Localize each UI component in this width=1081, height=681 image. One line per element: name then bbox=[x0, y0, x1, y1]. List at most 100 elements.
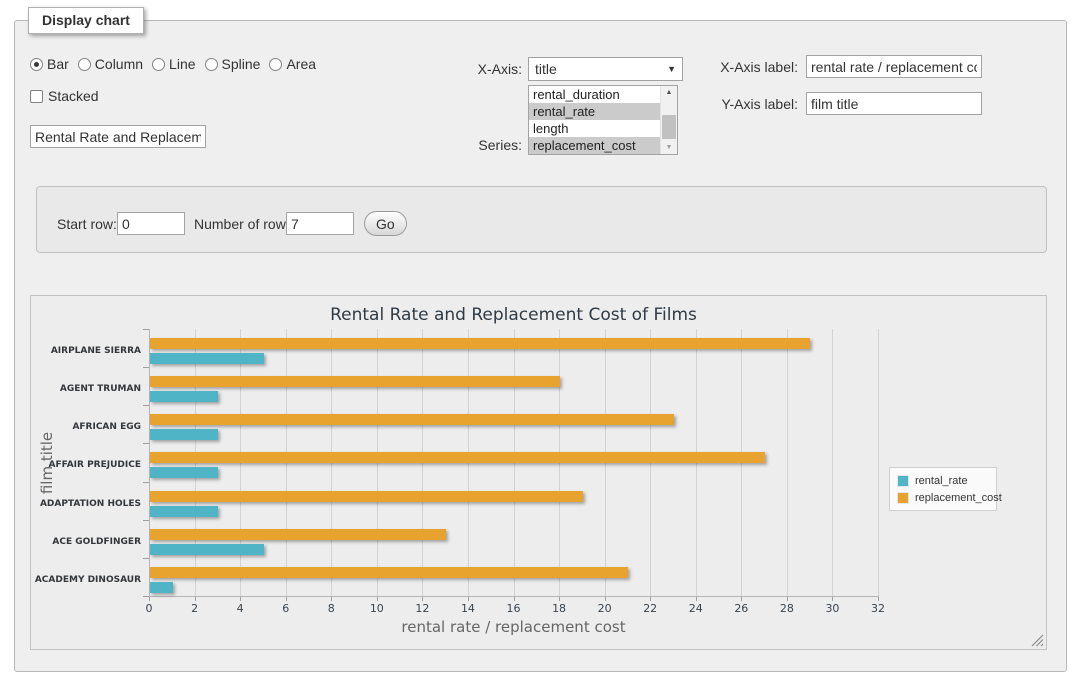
chevron-down-icon: ▼ bbox=[667, 64, 676, 74]
category-tick bbox=[143, 482, 149, 483]
radio-icon[interactable] bbox=[78, 58, 91, 71]
scrollbar-thumb[interactable] bbox=[662, 115, 676, 139]
x-tick bbox=[149, 597, 150, 601]
page: Display chart BarColumnLineSplineArea St… bbox=[0, 0, 1081, 681]
x-tick bbox=[422, 597, 423, 601]
legend-item-rental_rate[interactable]: rental_rate bbox=[897, 472, 996, 489]
x-tick bbox=[514, 597, 515, 601]
x-tick-label: 12 bbox=[402, 602, 442, 615]
bar-replacement_cost[interactable] bbox=[150, 414, 674, 425]
chart-legend: rental_rate replacement_cost bbox=[889, 467, 997, 511]
x-tick-label: 24 bbox=[676, 602, 716, 615]
bar-rental_rate[interactable] bbox=[150, 353, 264, 364]
radio-label: Line bbox=[169, 56, 195, 72]
x-tick bbox=[832, 597, 833, 601]
x-tick bbox=[878, 597, 879, 601]
x-tick-label: 8 bbox=[311, 602, 351, 615]
category-label: ACADEMY DINOSAUR bbox=[31, 574, 141, 586]
x-axis-label-input[interactable] bbox=[806, 55, 982, 78]
stacked-checkbox[interactable] bbox=[30, 90, 43, 103]
category-tick bbox=[143, 405, 149, 406]
legend-swatch-icon bbox=[897, 475, 909, 487]
category-label: ADAPTATION HOLES bbox=[31, 498, 141, 510]
x-tick-label: 32 bbox=[858, 602, 898, 615]
category-tick bbox=[143, 443, 149, 444]
y-axis-label-label: Y-Axis label: bbox=[708, 96, 798, 112]
number-of-rows-input[interactable] bbox=[286, 212, 354, 235]
x-tick-label: 28 bbox=[767, 602, 807, 615]
x-tick bbox=[377, 597, 378, 601]
radio-icon[interactable] bbox=[30, 58, 43, 71]
bar-rental_rate[interactable] bbox=[150, 429, 218, 440]
category-label: AFRICAN EGG bbox=[31, 421, 141, 433]
x-tick bbox=[468, 597, 469, 601]
series-listbox[interactable]: rental_durationrental_ratelengthreplacem… bbox=[528, 85, 678, 155]
bar-replacement_cost[interactable] bbox=[150, 567, 628, 578]
x-tick-label: 26 bbox=[721, 602, 761, 615]
stacked-label: Stacked bbox=[48, 88, 99, 104]
chart-type-radio-spline[interactable]: Spline bbox=[205, 56, 261, 72]
x-tick-label: 20 bbox=[585, 602, 625, 615]
category-label: AIRPLANE SIERRA bbox=[31, 345, 141, 357]
x-tick-label: 4 bbox=[220, 602, 260, 615]
chart-type-radio-bar[interactable]: Bar bbox=[30, 56, 69, 72]
chart-type-radio-line[interactable]: Line bbox=[152, 56, 195, 72]
x-axis-select[interactable]: title ▼ bbox=[528, 57, 683, 81]
x-tick bbox=[650, 597, 651, 601]
series-option-rental_duration[interactable]: rental_duration bbox=[529, 86, 660, 103]
bar-rental_rate[interactable] bbox=[150, 544, 264, 555]
bar-replacement_cost[interactable] bbox=[150, 529, 446, 540]
gridline bbox=[878, 329, 879, 596]
x-tick-label: 10 bbox=[357, 602, 397, 615]
bar-rental_rate[interactable] bbox=[150, 467, 218, 478]
rows-panel: Start row: Number of rows: Go bbox=[36, 186, 1047, 253]
number-of-rows-label: Number of rows: bbox=[194, 216, 300, 232]
bar-rental_rate[interactable] bbox=[150, 506, 218, 517]
bar-rental_rate[interactable] bbox=[150, 391, 218, 402]
bar-replacement_cost[interactable] bbox=[150, 376, 560, 387]
start-row-input[interactable] bbox=[117, 212, 185, 235]
category-tick bbox=[143, 367, 149, 368]
x-tick bbox=[195, 597, 196, 601]
category-tick bbox=[143, 520, 149, 521]
category-label: AGENT TRUMAN bbox=[31, 383, 141, 395]
legend-item-replacement_cost[interactable]: replacement_cost bbox=[897, 489, 996, 506]
bar-replacement_cost[interactable] bbox=[150, 338, 810, 349]
gridline bbox=[832, 329, 833, 596]
series-option-replacement_cost[interactable]: replacement_cost bbox=[529, 137, 660, 154]
x-tick-label: 14 bbox=[448, 602, 488, 615]
chart-container: Rental Rate and Replacement Cost of Film… bbox=[30, 295, 1047, 650]
stacked-checkbox-row[interactable]: Stacked bbox=[30, 88, 99, 104]
chart-type-radio-column[interactable]: Column bbox=[78, 56, 143, 72]
chart-title: Rental Rate and Replacement Cost of Film… bbox=[149, 305, 878, 325]
resize-handle-icon[interactable] bbox=[1031, 634, 1044, 647]
series-option-length[interactable]: length bbox=[529, 120, 660, 137]
x-tick bbox=[240, 597, 241, 601]
listbox-scrollbar[interactable]: ▲ ▼ bbox=[660, 86, 677, 154]
x-axis-select-value: title bbox=[535, 61, 667, 77]
chart-type-radio-group: Bar Column Line Spline Area bbox=[30, 56, 325, 72]
legend-label: rental_rate bbox=[915, 475, 968, 487]
radio-icon[interactable] bbox=[152, 58, 165, 71]
x-axis-select-label: X-Axis: bbox=[452, 61, 522, 77]
series-options: rental_durationrental_ratelengthreplacem… bbox=[529, 86, 660, 154]
scroll-down-icon[interactable]: ▼ bbox=[661, 141, 677, 154]
x-tick-label: 18 bbox=[539, 602, 579, 615]
chart-title-input[interactable] bbox=[30, 125, 206, 148]
y-axis-label-input[interactable] bbox=[806, 92, 982, 115]
x-tick-label: 0 bbox=[129, 602, 169, 615]
go-button[interactable]: Go bbox=[364, 211, 407, 236]
category-label: AFFAIR PREJUDICE bbox=[31, 459, 141, 471]
radio-label: Area bbox=[286, 56, 316, 72]
series-option-rental_rate[interactable]: rental_rate bbox=[529, 103, 660, 120]
x-axis-label-label: X-Axis label: bbox=[708, 59, 798, 75]
bar-replacement_cost[interactable] bbox=[150, 452, 765, 463]
radio-icon[interactable] bbox=[269, 58, 282, 71]
scroll-up-icon[interactable]: ▲ bbox=[661, 86, 677, 99]
bar-replacement_cost[interactable] bbox=[150, 491, 583, 502]
chart-type-radio-area[interactable]: Area bbox=[269, 56, 316, 72]
bar-rental_rate[interactable] bbox=[150, 582, 173, 593]
gridline bbox=[787, 329, 788, 596]
radio-icon[interactable] bbox=[205, 58, 218, 71]
category-tick bbox=[143, 329, 149, 330]
